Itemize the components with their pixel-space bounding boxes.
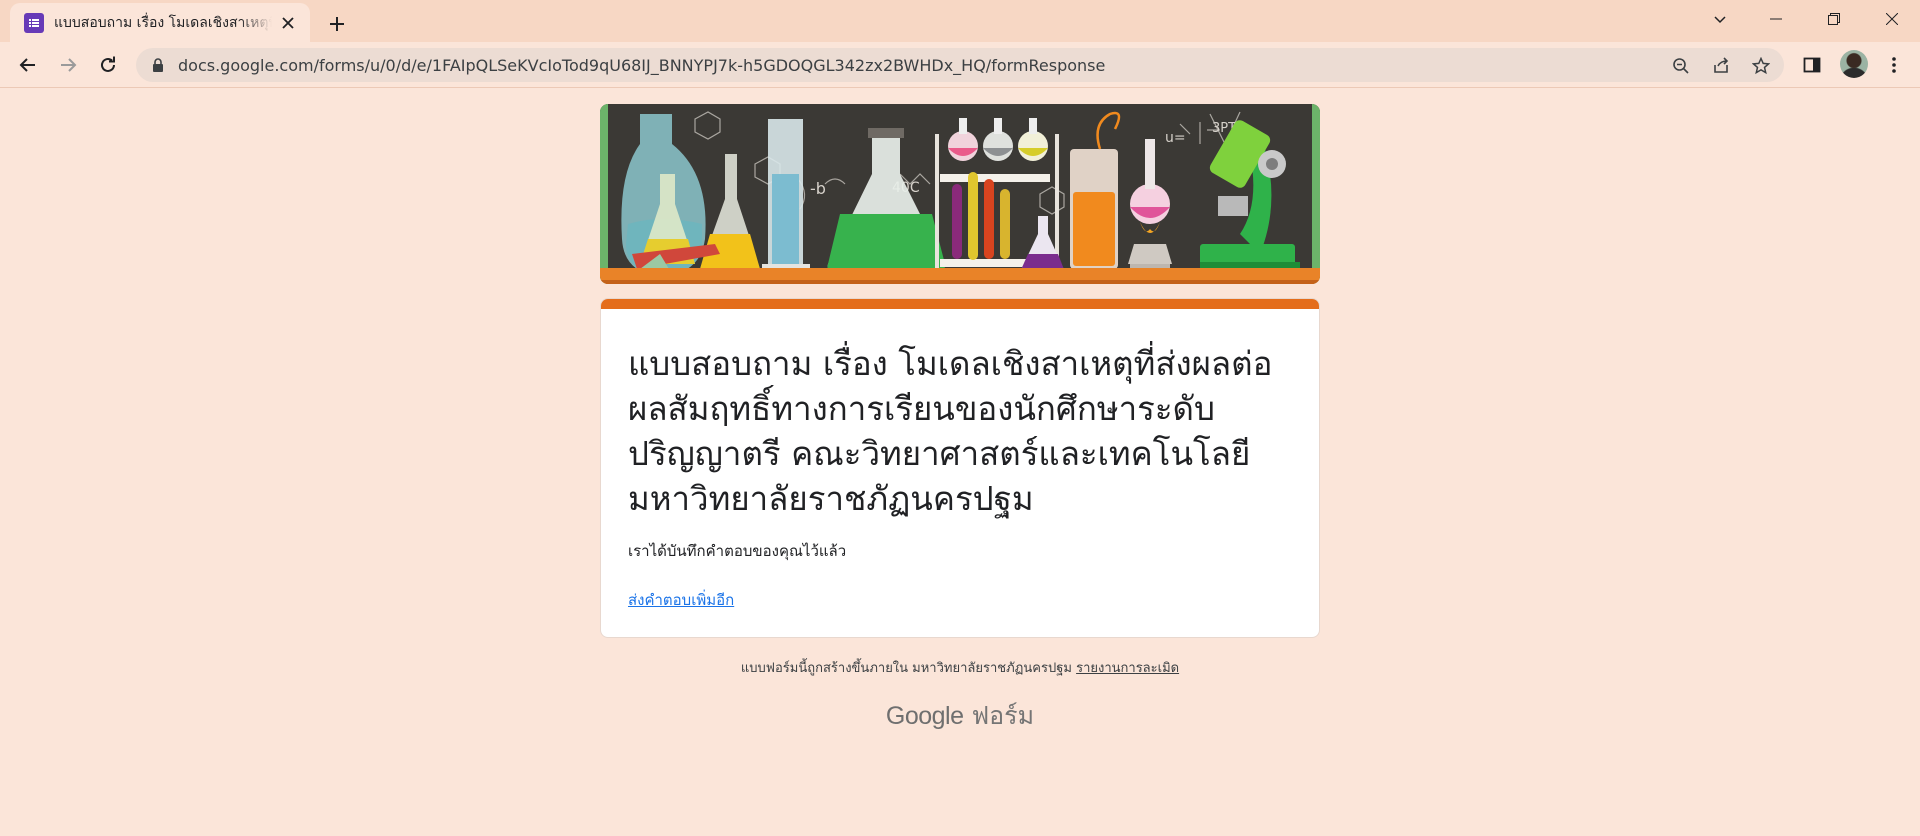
- confirmation-card: แบบสอบถาม เรื่อง โมเดลเชิงสาเหตุที่ส่งผล…: [600, 298, 1320, 638]
- report-abuse-link[interactable]: รายงานการละเมิด: [1076, 661, 1179, 676]
- reload-icon[interactable]: [92, 49, 124, 81]
- tab-strip: แบบสอบถาม เรื่อง โมเดลเชิงสาเหตุที่ส่งผล: [0, 0, 1920, 42]
- submit-another-link[interactable]: ส่งคำตอบเพิ่มอีก: [628, 588, 734, 612]
- card-accent-bar: [601, 299, 1319, 309]
- close-tab-icon[interactable]: [278, 13, 298, 33]
- forward-arrow-icon[interactable]: [52, 49, 84, 81]
- tab-search-chevron-icon[interactable]: [1692, 0, 1748, 38]
- new-tab-icon[interactable]: [322, 9, 352, 39]
- close-window-icon[interactable]: [1864, 0, 1920, 38]
- zoom-icon[interactable]: [1670, 55, 1692, 77]
- share-icon[interactable]: [1710, 55, 1732, 77]
- address-bar[interactable]: docs.google.com/forms/u/0/d/e/1FAIpQLSeK…: [136, 48, 1784, 82]
- forms-wordmark: ฟอร์ม: [971, 701, 1035, 730]
- confirmation-message: เราได้บันทึกคำตอบของคุณไว้แล้ว: [628, 542, 847, 560]
- form-title: แบบสอบถาม เรื่อง โมเดลเชิงสาเหตุที่ส่งผล…: [628, 344, 1273, 518]
- form-footer: แบบฟอร์มนี้ถูกสร้างขึ้นภายใน มหาวิทยาลัย…: [600, 657, 1320, 678]
- restore-icon[interactable]: [1806, 0, 1862, 38]
- browser-toolbar: docs.google.com/forms/u/0/d/e/1FAIpQLSeK…: [0, 42, 1920, 88]
- google-wordmark: Google: [885, 702, 964, 730]
- browser-tab[interactable]: แบบสอบถาม เรื่อง โมเดลเชิงสาเหตุที่ส่งผล: [10, 3, 310, 42]
- google-forms-logo[interactable]: Google ฟอร์ม: [600, 696, 1320, 736]
- bookmark-star-icon[interactable]: [1750, 55, 1772, 77]
- footer-created-text: แบบฟอร์มนี้ถูกสร้างขึ้นภายใน มหาวิทยาลัย…: [740, 661, 1072, 676]
- form-header-image: 3PT -b 40C u=: [600, 104, 1320, 284]
- svg-text:u=: u=: [1165, 130, 1186, 146]
- lock-icon[interactable]: [150, 57, 166, 73]
- profile-avatar[interactable]: [1840, 50, 1868, 78]
- svg-text:-b: -b: [810, 179, 826, 198]
- minimize-icon[interactable]: [1748, 0, 1804, 38]
- url-text: docs.google.com/forms/u/0/d/e/1FAIpQLSeK…: [178, 55, 1106, 75]
- side-panel-icon[interactable]: [1800, 53, 1824, 77]
- tab-title: แบบสอบถาม เรื่อง โมเดลเชิงสาเหตุที่ส่งผล: [54, 14, 272, 31]
- back-arrow-icon[interactable]: [12, 49, 44, 81]
- google-forms-icon: [24, 12, 44, 33]
- more-menu-icon[interactable]: [1882, 53, 1906, 77]
